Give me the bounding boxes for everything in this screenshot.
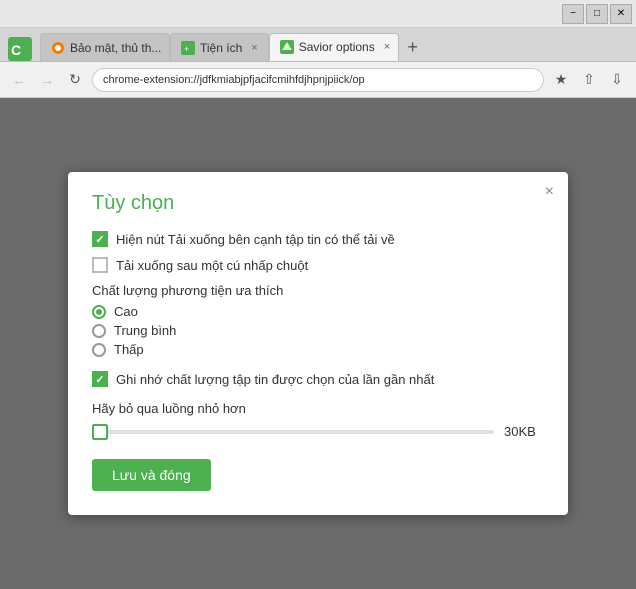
- option2-label: Tải xuống sau một cú nhấp chuột: [116, 258, 308, 273]
- download-button[interactable]: ⇩: [606, 69, 628, 91]
- options-modal: × Tùy chọn Hiện nút Tải xuống bên cạnh t…: [68, 172, 568, 515]
- slider-section-label: Hãy bỏ qua luồng nhỏ hơn: [92, 401, 544, 416]
- slider-section: Hãy bỏ qua luồng nhỏ hơn 30KB: [92, 401, 544, 439]
- minimize-button[interactable]: −: [562, 4, 584, 24]
- option1-checkbox[interactable]: [92, 231, 108, 247]
- tab-tienich[interactable]: + Tiện ích ×: [170, 33, 269, 61]
- close-button[interactable]: ✕: [610, 4, 632, 24]
- slider-value: 30KB: [504, 424, 544, 439]
- remember-label: Ghi nhớ chất lượng tập tin được chọn của…: [116, 372, 434, 387]
- remember-checkbox[interactable]: [92, 371, 108, 387]
- option2-row: Tải xuống sau một cú nhấp chuột: [92, 257, 544, 273]
- forward-button[interactable]: →: [36, 69, 58, 91]
- reload-button[interactable]: ↻: [64, 69, 86, 91]
- address-bar: ← → ↻ ★ ⇧ ⇩: [0, 62, 636, 98]
- modal-title: Tùy chọn: [92, 192, 544, 215]
- quality-trungbinh-row: Trung bình: [92, 323, 544, 338]
- quality-thap-row: Thấp: [92, 342, 544, 357]
- quality-thap-label: Thấp: [114, 342, 144, 357]
- remember-row: Ghi nhớ chất lượng tập tin được chọn của…: [92, 371, 544, 387]
- star-button[interactable]: ★: [550, 69, 572, 91]
- svg-text:+: +: [184, 44, 189, 54]
- tab3-close[interactable]: ×: [384, 41, 390, 53]
- tab3-icon: [280, 40, 294, 54]
- save-close-button[interactable]: Lưu và đóng: [92, 459, 211, 491]
- content-area: × Tùy chọn Hiện nút Tải xuống bên cạnh t…: [0, 98, 636, 589]
- quality-thap-radio[interactable]: [92, 343, 106, 357]
- tab1-icon: [51, 41, 65, 55]
- quality-trungbinh-label: Trung bình: [114, 323, 176, 338]
- window-controls: − □ ✕: [562, 4, 632, 24]
- address-input[interactable]: [92, 68, 544, 92]
- option1-row: Hiện nút Tải xuống bên cạnh tập tin có t…: [92, 231, 544, 247]
- svg-text:C: C: [11, 42, 21, 58]
- quality-cao-row: Cao: [92, 304, 544, 319]
- quality-cao-label: Cao: [114, 304, 138, 319]
- coccoc-logo: C: [0, 37, 40, 61]
- option1-label: Hiện nút Tải xuống bên cạnh tập tin có t…: [116, 232, 395, 247]
- quality-trungbinh-radio[interactable]: [92, 324, 106, 338]
- download-arrow-up[interactable]: ⇧: [578, 69, 600, 91]
- tab-savior[interactable]: Savior options ×: [269, 33, 399, 61]
- tab-baomathu[interactable]: Bảo mật, thủ th... ×: [40, 33, 170, 61]
- slider-row: 30KB: [92, 424, 544, 439]
- slider-track[interactable]: [92, 430, 494, 434]
- maximize-button[interactable]: □: [586, 4, 608, 24]
- tab1-label: Bảo mật, thủ th...: [70, 41, 161, 55]
- tab-bar: C Bảo mật, thủ th... × + Tiện ích × Savi…: [0, 28, 636, 62]
- modal-close-button[interactable]: ×: [545, 184, 554, 200]
- slider-thumb[interactable]: [92, 424, 108, 440]
- tab2-label: Tiện ích: [200, 41, 242, 55]
- title-bar: − □ ✕: [0, 0, 636, 28]
- tab3-label: Savior options: [299, 40, 375, 54]
- quality-cao-radio[interactable]: [92, 305, 106, 319]
- option2-checkbox[interactable]: [92, 257, 108, 273]
- tab2-close[interactable]: ×: [251, 42, 257, 54]
- quality-section-label: Chất lượng phương tiện ưa thích: [92, 283, 544, 298]
- quality-radio-group: Cao Trung bình Thấp: [92, 304, 544, 357]
- new-tab-button[interactable]: +: [399, 33, 427, 61]
- back-button[interactable]: ←: [8, 69, 30, 91]
- tab2-icon: +: [181, 41, 195, 55]
